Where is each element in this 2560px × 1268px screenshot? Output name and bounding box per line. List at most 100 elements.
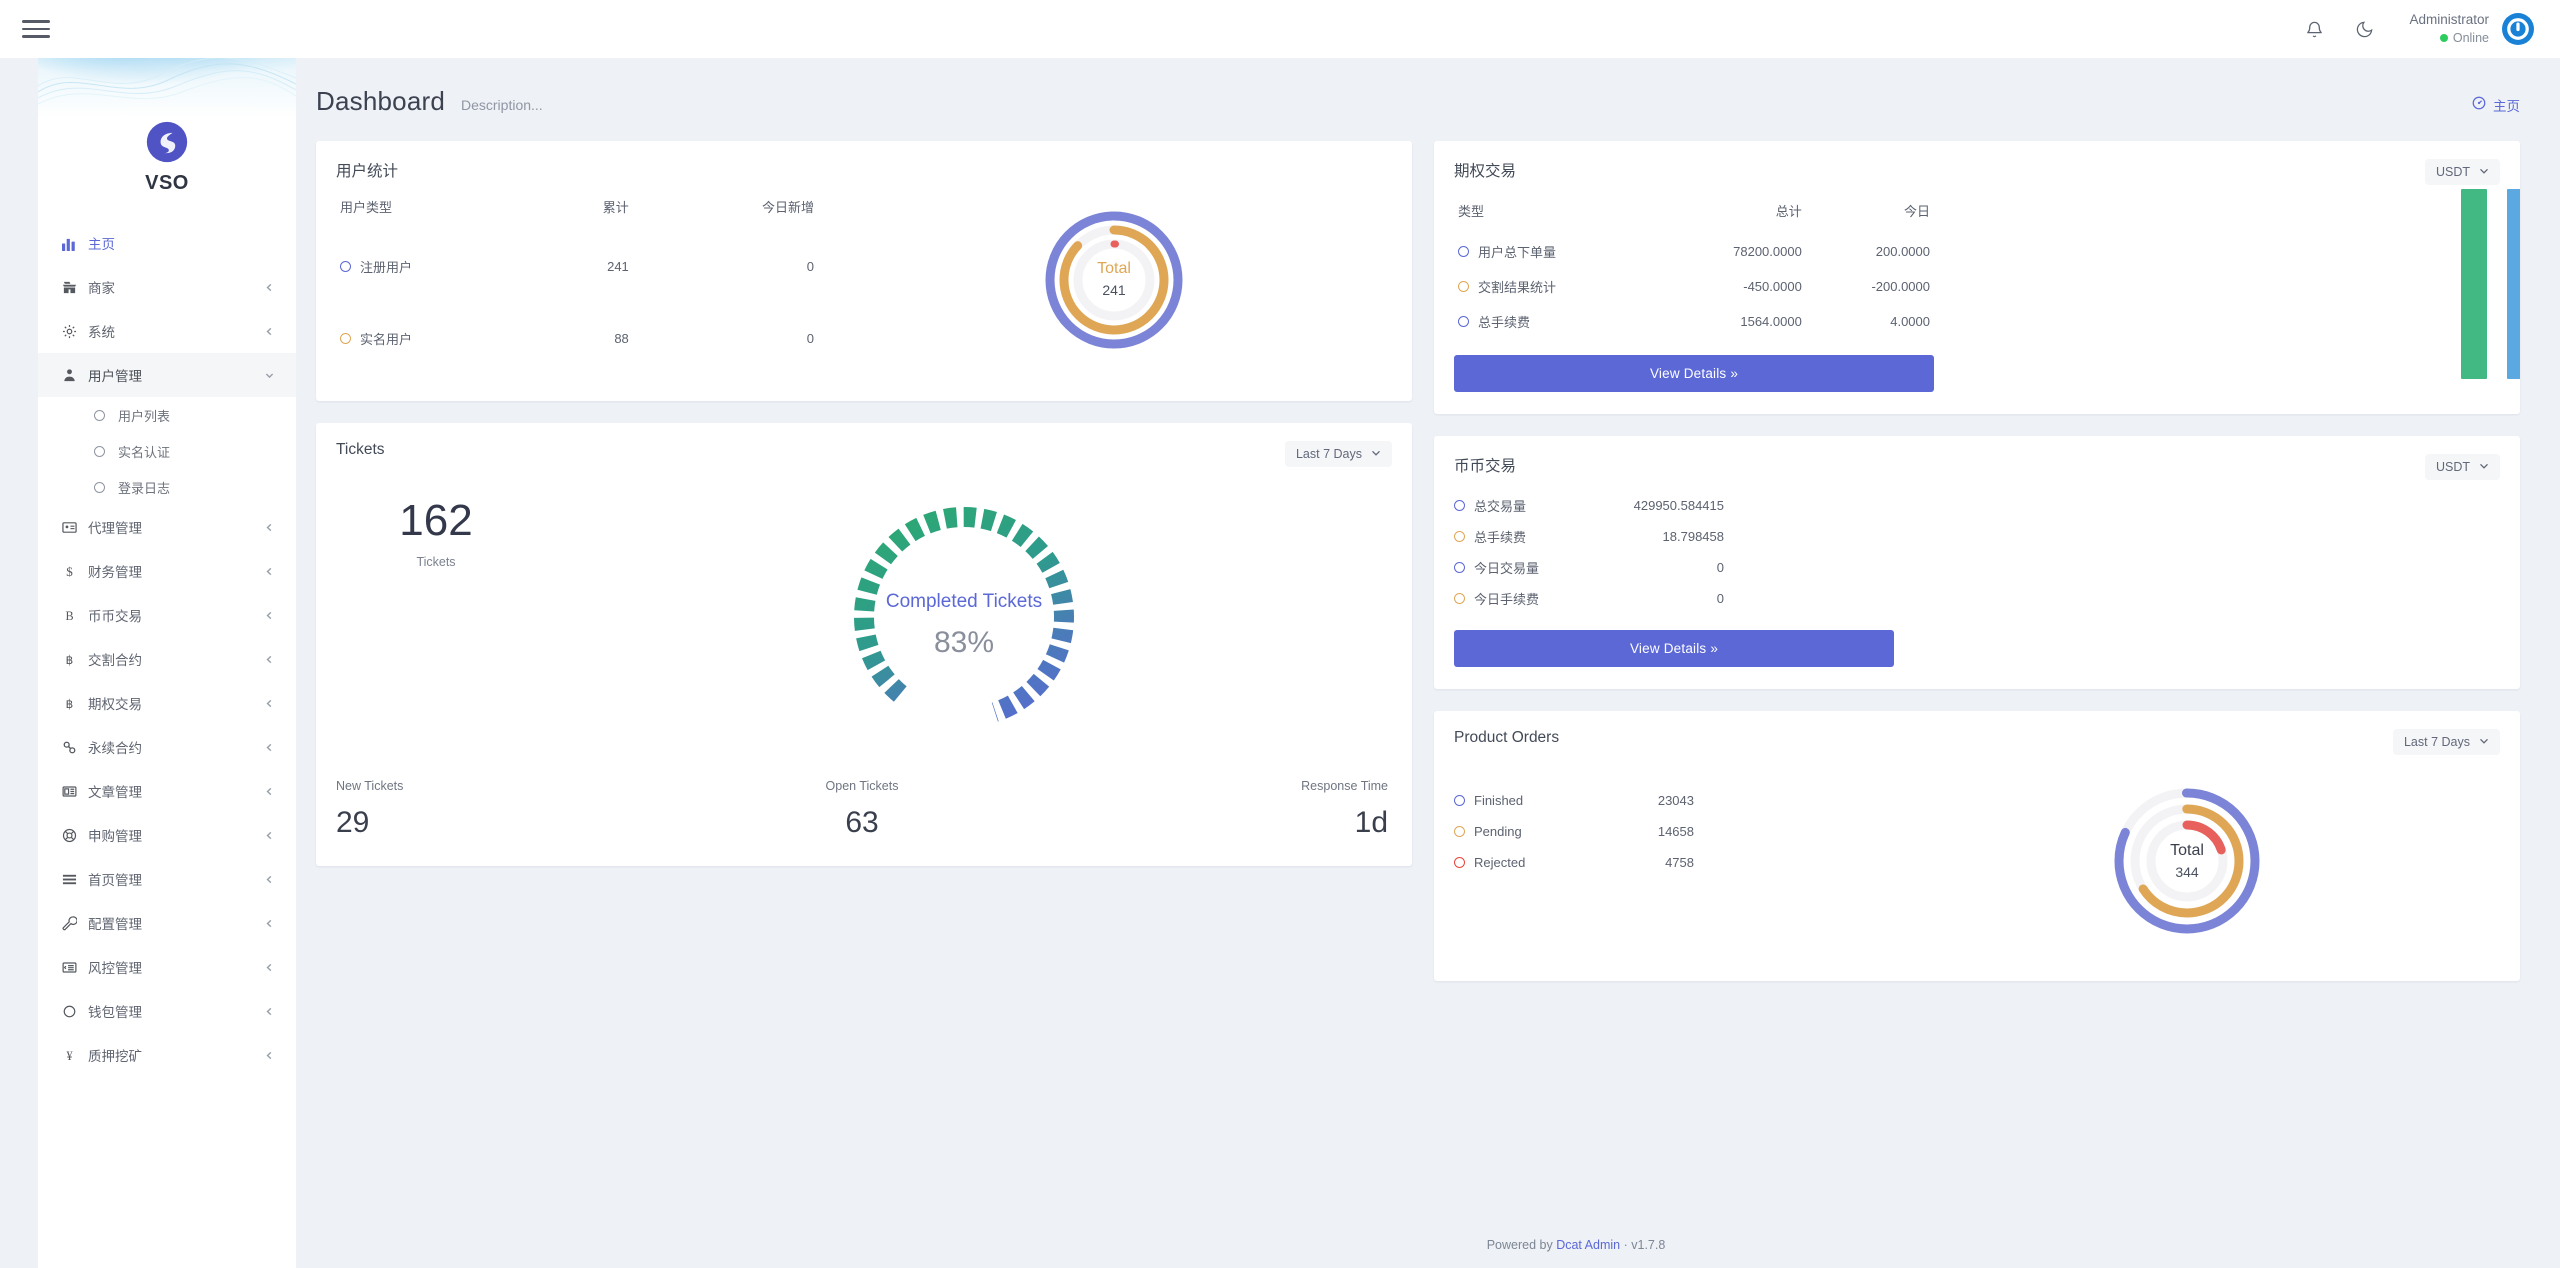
wave-decoration-icon <box>38 58 296 105</box>
stat-value: 63 <box>845 806 879 839</box>
legend-dot-icon <box>1454 531 1465 542</box>
option-trading-bar-chart <box>1934 189 2520 379</box>
sidebar-subitem-label: 实名认证 <box>118 444 171 460</box>
sidebar-item-user-list[interactable]: 用户列表 <box>38 397 296 433</box>
dark-mode-icon[interactable] <box>2349 14 2379 44</box>
tickets-card: Tickets Last 7 Days 162 Tickets Complete… <box>316 423 1412 866</box>
gauge-label: Completed Tickets <box>886 591 1042 612</box>
user-menu[interactable]: Administrator Online <box>2409 11 2534 46</box>
chevron-left-icon <box>265 963 274 972</box>
tickets-body: 162 Tickets Completed Tickets 83% <box>316 467 1412 767</box>
product-orders-title: Product Orders <box>1454 729 1560 746</box>
sidebar-item-label: 代理管理 <box>88 521 142 536</box>
bar-series-1 <box>2461 189 2487 379</box>
sidebar-item-label: 用户管理 <box>88 369 142 384</box>
table-row: 今日手续费 0 <box>1454 583 1894 614</box>
sidebar-item-staking-mining[interactable]: ¥ 质押挖矿 <box>38 1033 296 1077</box>
coin-currency-select[interactable]: USDT <box>2424 454 2500 480</box>
sidebar-item-label: 配置管理 <box>88 917 142 932</box>
sidebar: VSO 主页 商家 系统 用户管理 用户列表 实名认证 登录日志 代理管理 $ … <box>38 58 296 1268</box>
tickets-count-block: 162 Tickets <box>336 473 536 767</box>
table-row: 注册用户 241 0 <box>336 230 836 303</box>
user-stats-title: 用户统计 <box>336 163 399 180</box>
sidebar-item-finance-management[interactable]: $ 财务管理 <box>38 549 296 593</box>
sidebar-item-wallet-management[interactable]: 钱包管理 <box>38 989 296 1033</box>
sidebar-subitem-label: 登录日志 <box>118 480 171 496</box>
sidebar-item-kyc[interactable]: 实名认证 <box>38 433 296 469</box>
sidebar-item-label: 主页 <box>88 237 115 252</box>
footer-prefix: Powered by <box>1486 1238 1553 1252</box>
stat-value: 29 <box>336 806 370 839</box>
avatar[interactable] <box>2502 13 2534 45</box>
table-row: 用户总下单量 78200.0000 200.0000 <box>1454 234 1934 269</box>
user-name: Administrator <box>2409 12 2489 28</box>
gauge-value: 83% <box>934 626 994 659</box>
sidebar-item-delivery-contract[interactable]: ฿ 交割合约 <box>38 637 296 681</box>
sidebar-item-system[interactable]: 系统 <box>38 309 296 353</box>
column-header-type: 用户类型 <box>340 200 393 215</box>
menu-toggle-icon[interactable] <box>22 17 50 41</box>
option-view-details-button[interactable]: View Details » <box>1454 355 1934 392</box>
page-description: Description... <box>461 97 543 113</box>
sidebar-item-login-log[interactable]: 登录日志 <box>38 469 296 505</box>
coin-view-details-button[interactable]: View Details » <box>1454 630 1894 667</box>
sidebar-item-label: 首页管理 <box>88 873 142 888</box>
sidebar-item-article-management[interactable]: 文章管理 <box>38 769 296 813</box>
dashboard-icon <box>2472 96 2486 113</box>
row-label: 实名用户 <box>360 332 413 348</box>
chevron-left-icon <box>265 327 274 336</box>
left-column: 用户统计 用户类型 累计 今日新增 注册用户 241 0 实名用户 88 0 T… <box>316 141 1412 888</box>
yen-icon: ¥ <box>62 1048 88 1063</box>
sidebar-item-merchant[interactable]: 商家 <box>38 265 296 309</box>
footer-separator: · <box>1623 1238 1628 1252</box>
table-header-row: 用户类型 累计 今日新增 <box>336 185 836 230</box>
svg-text:฿: ฿ <box>66 653 74 667</box>
lifebuoy-icon <box>62 828 88 843</box>
store-icon <box>62 280 88 295</box>
sidebar-item-agent-management[interactable]: 代理管理 <box>38 505 296 549</box>
svg-text:¥: ¥ <box>66 1049 73 1063</box>
product-orders-range-select[interactable]: Last 7 Days <box>2392 729 2500 755</box>
table-row: Finished 23043 <box>1454 785 1874 816</box>
row-total: 88 <box>614 331 629 347</box>
sidebar-item-risk-management[interactable]: 风控管理 <box>38 945 296 989</box>
option-trading-table: 类型 总计 今日 用户总下单量 78200.0000 200.0000 交割结果… <box>1454 189 1934 339</box>
sidebar-item-config-management[interactable]: 配置管理 <box>38 901 296 945</box>
sidebar-item-user-management[interactable]: 用户管理 <box>38 353 296 397</box>
stat-label: Open Tickets <box>825 779 899 793</box>
right-column: 期权交易 USDT 类型 总计 今日 用户总下单量 78200.0000 200… <box>1434 141 2520 1003</box>
sidebar-item-home[interactable]: 主页 <box>38 221 296 265</box>
row-today: 0 <box>806 258 814 274</box>
sidebar-item-coin-trading[interactable]: B 币币交易 <box>38 593 296 637</box>
chevron-left-icon <box>265 283 274 292</box>
footer-link[interactable]: Dcat Admin <box>1556 1238 1620 1252</box>
stat-label: Response Time <box>1301 779 1389 793</box>
tickets-range-select[interactable]: Last 7 Days <box>1284 441 1392 467</box>
bell-icon[interactable] <box>2299 14 2329 44</box>
bitcoin-b-icon: B <box>62 608 88 623</box>
sidebar-item-label: 商家 <box>88 281 115 296</box>
row-label: Finished <box>1474 793 1524 808</box>
sidebar-submenu-user-management: 用户列表 实名认证 登录日志 <box>38 397 296 505</box>
stat-label: New Tickets <box>336 779 404 793</box>
option-trading-card: 期权交易 USDT 类型 总计 今日 用户总下单量 78200.0000 200… <box>1434 141 2520 414</box>
coin-trading-header: 币币交易 USDT <box>1434 436 2520 480</box>
footer: Powered by Dcat Admin · v1.7.8 <box>592 1238 2560 1252</box>
row-label: Pending <box>1474 824 1522 839</box>
sidebar-item-label: 申购管理 <box>88 829 142 844</box>
sidebar-item-homepage-management[interactable]: 首页管理 <box>38 857 296 901</box>
chevron-left-icon <box>265 1051 274 1060</box>
option-currency-select[interactable]: USDT <box>2424 159 2500 185</box>
navbar-right: Administrator Online <box>2299 11 2534 46</box>
sidebar-item-perpetual-contract[interactable]: 永续合约 <box>38 725 296 769</box>
breadcrumb[interactable]: 主页 <box>2472 95 2520 115</box>
sidebar-item-subscription-management[interactable]: 申购管理 <box>38 813 296 857</box>
gauge-chart-svg: Completed Tickets 83% <box>853 506 1075 728</box>
sidebar-item-option-trading[interactable]: ฿ 期权交易 <box>38 681 296 725</box>
tickets-header: Tickets Last 7 Days <box>316 423 1412 467</box>
brand[interactable]: VSO <box>38 118 296 221</box>
chevron-down-icon <box>2479 735 2489 749</box>
chevron-left-icon <box>265 787 274 796</box>
wrench-icon <box>62 915 88 931</box>
stat-value: 1d <box>1354 806 1389 839</box>
